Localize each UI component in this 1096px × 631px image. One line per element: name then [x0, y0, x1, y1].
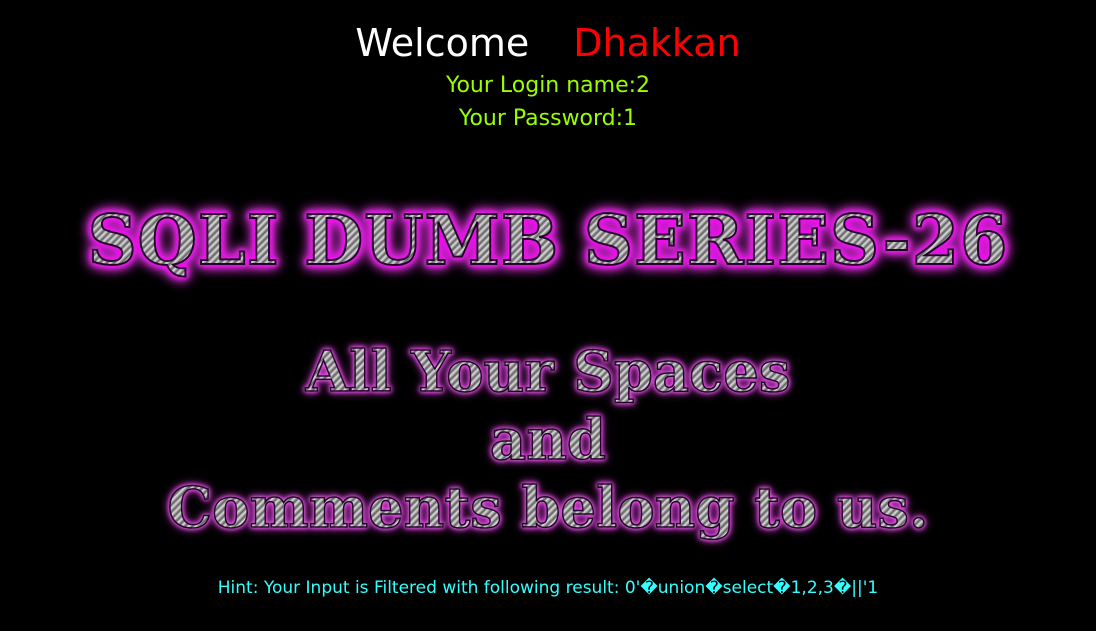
banner-tagline-line-3: Comments belong to us.: [0, 474, 1096, 542]
banner-title: SQLI DUMB SERIES-26: [0, 196, 1096, 286]
welcome-text: Welcome: [355, 21, 530, 65]
banner-tagline-line-1: All Your Spaces: [0, 338, 1096, 406]
banner-tagline-line-2: and: [0, 406, 1096, 474]
welcome-line: Welcome Dhakkan: [0, 20, 1096, 66]
user-name: Dhakkan: [573, 21, 741, 65]
password-text: Your Password:1: [458, 106, 638, 131]
login-name-text: Your Login name:2: [445, 73, 651, 98]
hint-text: Hint: Your Input is Filtered with follow…: [217, 578, 879, 598]
